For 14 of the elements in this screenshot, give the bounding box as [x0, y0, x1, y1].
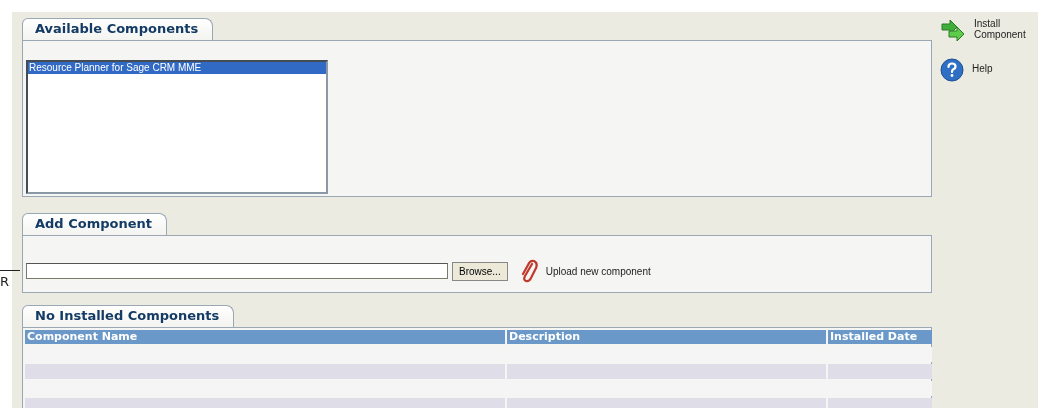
action-link[interactable]: Install Component [974, 18, 1036, 40]
column-header: Component Name [25, 330, 505, 344]
upload-link[interactable]: Upload new component [545, 265, 651, 277]
list-item[interactable]: Resource Planner for Sage CRM MME [28, 62, 326, 74]
component-list[interactable]: Resource Planner for Sage CRM MME [26, 60, 328, 194]
column-header: Description [507, 330, 826, 344]
help-icon[interactable] [940, 58, 964, 82]
paperclip-icon [519, 259, 538, 283]
file-path-field[interactable] [26, 263, 448, 279]
column-header: Installed Date [828, 330, 932, 344]
edge-text: R [0, 274, 10, 289]
double-arrow-icon[interactable] [940, 18, 966, 42]
browse-button[interactable]: Browse... [452, 261, 508, 281]
action-link[interactable]: Help [972, 58, 1034, 74]
